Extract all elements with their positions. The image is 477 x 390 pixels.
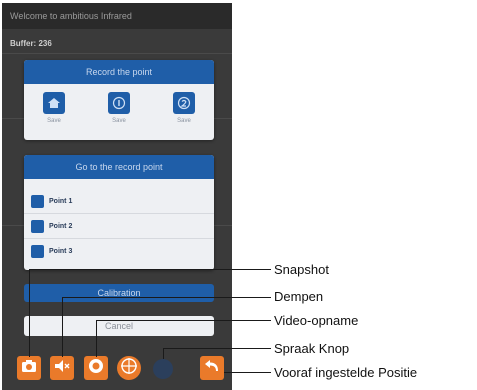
record-point1-button[interactable]: Save xyxy=(99,92,139,124)
callout-line xyxy=(96,320,271,321)
preset-position-button[interactable] xyxy=(200,356,224,380)
app-header: Welcome to ambitious Infrared xyxy=(2,3,232,29)
return-arrow-icon xyxy=(204,358,220,379)
snapshot-button[interactable] xyxy=(17,356,41,380)
goto-point-title: Go to the record point xyxy=(24,155,214,179)
callout-line xyxy=(29,269,271,270)
callout-line xyxy=(224,372,271,373)
voice-button[interactable] xyxy=(153,359,173,379)
point-icon xyxy=(31,244,44,258)
point-item[interactable]: Point 2 xyxy=(24,214,214,239)
goto-point-dialog: Go to the record point Point 1 Point 2 P… xyxy=(24,155,214,270)
crosshair-icon xyxy=(120,357,138,380)
callout-line xyxy=(163,348,271,349)
app-subtitle: Buffer: 236 xyxy=(10,39,52,48)
calibration-button[interactable]: Calibration xyxy=(24,284,214,302)
app-header-title: Welcome to ambitious Infrared xyxy=(10,11,132,21)
record-point1-label: Save xyxy=(112,118,126,124)
record-home-label: Save xyxy=(47,118,61,124)
point-icon xyxy=(31,194,44,208)
callout-video: Video-opname xyxy=(274,313,359,328)
callout-line xyxy=(62,297,271,298)
cancel-button[interactable]: Cancel xyxy=(24,316,214,336)
callout-mute: Dempen xyxy=(274,289,324,304)
record-point2-label: Save xyxy=(177,118,191,124)
speaker-icon xyxy=(54,359,70,378)
point-icon xyxy=(31,219,44,233)
callout-snapshot: Snapshot xyxy=(274,262,329,277)
callout-line xyxy=(96,320,97,357)
divider xyxy=(2,53,232,54)
point-item[interactable]: Point 3 xyxy=(24,239,214,263)
point-label: Point 2 xyxy=(49,222,73,230)
callout-line xyxy=(29,269,30,357)
camera-icon xyxy=(21,359,37,378)
record-point-title: Record the point xyxy=(24,60,214,84)
point-item[interactable]: Point 1 xyxy=(24,189,214,214)
record-home-button[interactable]: Save xyxy=(34,92,74,124)
ptz-direction-button[interactable] xyxy=(117,356,141,380)
callout-preset: Vooraf ingestelde Positie xyxy=(274,365,418,380)
record-icon xyxy=(88,358,104,379)
record-point-dialog: Record the point Save Save Save xyxy=(24,60,214,140)
video-record-button[interactable] xyxy=(84,356,108,380)
record-point2-button[interactable]: Save xyxy=(164,92,204,124)
number-two-icon xyxy=(173,92,195,114)
callout-line xyxy=(163,348,164,359)
number-one-icon xyxy=(108,92,130,114)
callout-line xyxy=(62,297,63,357)
home-icon xyxy=(43,92,65,114)
point-label: Point 1 xyxy=(49,197,73,205)
point-label: Point 3 xyxy=(49,247,73,255)
mute-button[interactable] xyxy=(50,356,74,380)
callout-voice: Spraak Knop xyxy=(274,341,350,356)
